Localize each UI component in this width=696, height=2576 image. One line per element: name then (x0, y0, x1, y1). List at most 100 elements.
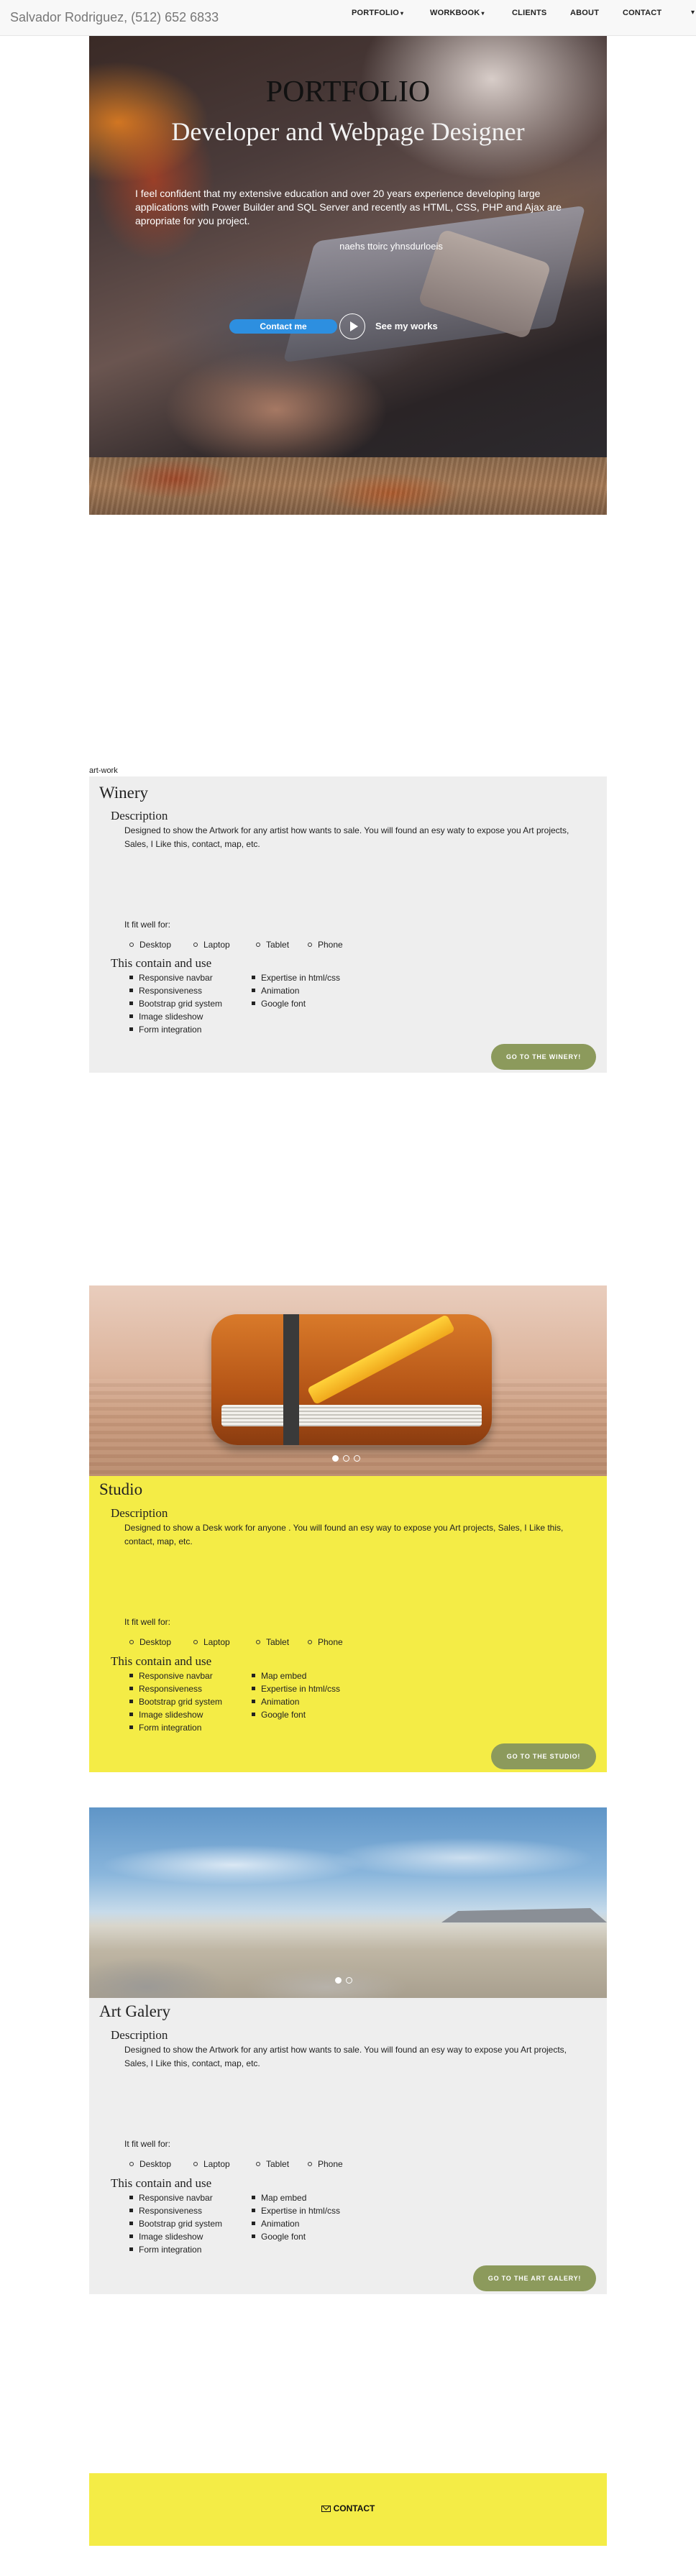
square-bullet-icon (129, 976, 133, 979)
square-bullet-icon (252, 1001, 255, 1005)
square-bullet-icon (252, 1687, 255, 1690)
square-bullet-icon (129, 1725, 133, 1729)
feature-item: Expertise in html/css (252, 2206, 340, 2216)
nav-portfolio-label: PORTFOLIO (352, 9, 399, 17)
project-description: Designed to show a Desk work for anyone … (124, 1523, 564, 1546)
hero-bottom-image-strip (89, 457, 607, 515)
feature-item: Responsive navbar (129, 2193, 213, 2203)
square-bullet-icon (129, 989, 133, 992)
circle-bullet-icon (308, 2162, 312, 2166)
project-card-winery: Winery Description Designed to show the … (89, 776, 607, 1073)
feature-item: Bootstrap grid system (129, 999, 222, 1009)
feature-item: Responsive navbar (129, 973, 213, 983)
go-to-art-galery-button[interactable]: GO TO THE ART GALERY! (473, 2265, 596, 2291)
carousel-indicator[interactable] (332, 1455, 339, 1462)
project-description: Designed to show the Artwork for any art… (124, 2045, 567, 2068)
play-button[interactable] (339, 313, 365, 339)
see-my-works-link[interactable]: See my works (375, 321, 438, 331)
square-bullet-icon (252, 2196, 255, 2199)
notebook-pages (221, 1405, 482, 1426)
feature-item: Bootstrap grid system (129, 2219, 222, 2229)
square-bullet-icon (252, 2209, 255, 2212)
feature-item: Map embed (252, 2193, 306, 2203)
notebook-icon (211, 1314, 492, 1445)
go-to-studio-button[interactable]: GO TO THE STUDIO! (491, 1743, 596, 1769)
square-bullet-icon (129, 1687, 133, 1690)
carousel-indicator[interactable] (335, 1977, 342, 1984)
nav-workbook-dropdown[interactable]: WORKBOOK ▾ (430, 9, 485, 17)
square-bullet-icon (129, 1674, 133, 1677)
square-bullet-icon (252, 989, 255, 992)
feature-item: Responsiveness (129, 1684, 202, 1694)
feature-item: Expertise in html/css (252, 973, 340, 983)
device-item: Desktop (129, 1637, 171, 1647)
device-item: Tablet (256, 1637, 289, 1647)
square-bullet-icon (129, 2222, 133, 2225)
feature-item: Form integration (129, 1025, 201, 1035)
feature-item: Image slideshow (129, 1710, 203, 1720)
nav-about-link[interactable]: ABOUT (570, 9, 599, 17)
feature-item: Animation (252, 1697, 299, 1707)
nav-workbook-label: WORKBOOK (430, 9, 480, 17)
circle-bullet-icon (256, 943, 260, 947)
device-item: Laptop (193, 1637, 230, 1647)
go-to-winery-button[interactable]: GO TO THE WINERY! (491, 1044, 596, 1070)
square-bullet-icon (129, 1700, 133, 1703)
nav-contact-link[interactable]: CONTACT (623, 9, 661, 17)
circle-bullet-icon (193, 943, 198, 947)
studio-carousel (89, 1285, 607, 1476)
square-bullet-icon (129, 2234, 133, 2238)
caret-down-icon: ▾ (481, 10, 485, 17)
contains-heading: This contain and use (111, 956, 212, 970)
feature-item: Responsive navbar (129, 1671, 213, 1681)
hero-signature: naehs ttoirc yhnsdurloeis (339, 241, 443, 252)
description-heading: Description (111, 2028, 168, 2042)
hero-banner: PORTFOLIO Developer and Webpage Designer… (89, 36, 607, 457)
cloud-image (89, 1836, 607, 1894)
square-bullet-icon (252, 1713, 255, 1716)
square-bullet-icon (129, 1027, 133, 1031)
feature-item: Animation (252, 2219, 299, 2229)
feature-item: Google font (252, 1710, 306, 1720)
mesa-image (441, 1908, 607, 1922)
footer-contact-link[interactable]: CONTACT (89, 2503, 607, 2513)
square-bullet-icon (129, 2196, 133, 2199)
square-bullet-icon (129, 2209, 133, 2212)
project-description: Designed to show the Artwork for any art… (124, 825, 569, 849)
device-item: Laptop (193, 940, 230, 950)
carousel-indicator[interactable] (354, 1455, 360, 1462)
feature-item: Google font (252, 2232, 306, 2242)
rocks-image (89, 1944, 607, 1998)
chevron-down-icon[interactable]: ▾ (691, 9, 695, 17)
contact-me-button[interactable]: Contact me (229, 319, 337, 334)
nav-portfolio-dropdown[interactable]: PORTFOLIO ▾ (352, 9, 403, 17)
circle-bullet-icon (256, 2162, 260, 2166)
footer-contact-bar: CONTACT (89, 2473, 607, 2546)
feature-item: Bootstrap grid system (129, 1697, 222, 1707)
carousel-indicator[interactable] (343, 1455, 349, 1462)
device-item: Phone (308, 2159, 343, 2169)
square-bullet-icon (129, 1001, 133, 1005)
play-icon (350, 321, 358, 331)
circle-bullet-icon (308, 1640, 312, 1644)
feature-item: Form integration (129, 2245, 201, 2255)
square-bullet-icon (252, 1700, 255, 1703)
description-heading: Description (111, 809, 168, 822)
square-bullet-icon (252, 2222, 255, 2225)
feature-item: Map embed (252, 1671, 306, 1681)
square-bullet-icon (129, 1713, 133, 1716)
circle-bullet-icon (193, 2162, 198, 2166)
device-item: Tablet (256, 940, 289, 950)
brand-phone-link[interactable]: Salvador Rodriguez, (512) 652 6833 (10, 10, 219, 25)
art-galery-carousel (89, 1807, 607, 1998)
nav-clients-link[interactable]: CLIENTS (512, 9, 546, 17)
device-item: Desktop (129, 940, 171, 950)
fit-label: It fit well for: (124, 920, 171, 930)
circle-bullet-icon (256, 1640, 260, 1644)
circle-bullet-icon (308, 943, 312, 947)
circle-bullet-icon (193, 1640, 198, 1644)
envelope-icon (321, 2506, 331, 2512)
circle-bullet-icon (129, 1640, 134, 1644)
carousel-indicator[interactable] (346, 1977, 352, 1984)
device-item: Phone (308, 1637, 343, 1647)
